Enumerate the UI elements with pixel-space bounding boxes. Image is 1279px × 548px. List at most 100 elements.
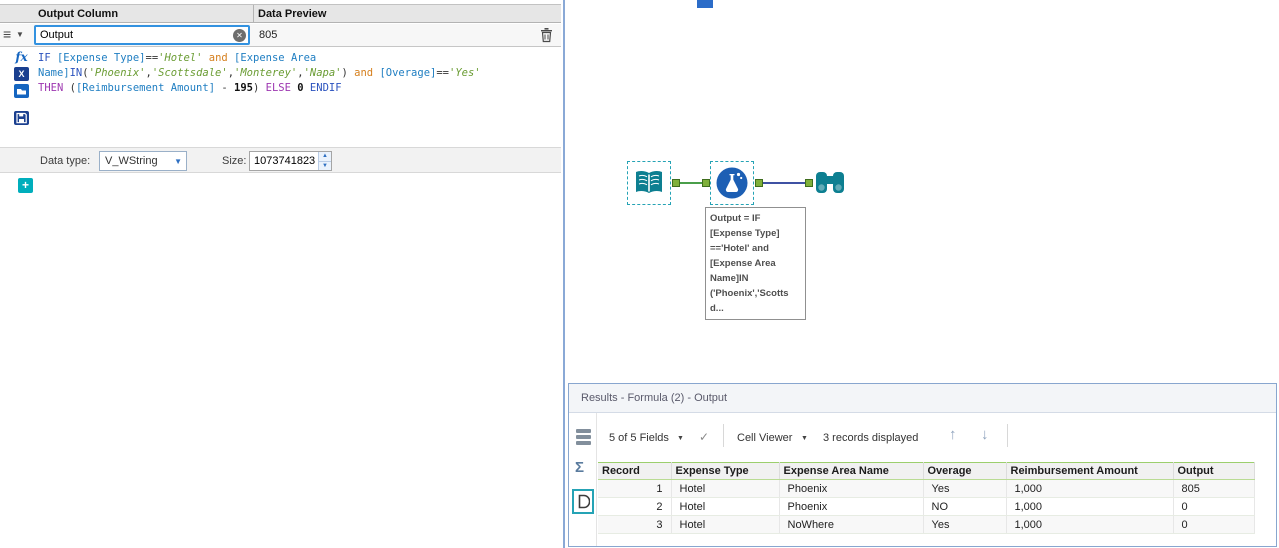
table-cell[interactable]: 805 — [1173, 479, 1255, 498]
table-row[interactable]: 3 Hotel NoWhere Yes 1,000 0 — [598, 515, 1255, 534]
code-token: Name] — [38, 67, 70, 79]
add-expression-button[interactable]: + — [18, 178, 33, 193]
table-cell[interactable]: 3 — [598, 515, 672, 534]
tool-annotation[interactable]: Output = IF [Expense Type] =='Hotel' and… — [705, 207, 806, 320]
code-token: 'Hotel' — [158, 52, 203, 64]
toolbar-separator — [1007, 424, 1008, 447]
table-cell[interactable]: 0 — [1173, 497, 1255, 516]
size-field[interactable]: ▲ ▼ — [249, 151, 332, 171]
browse-input-anchor[interactable] — [805, 179, 813, 187]
column-header-expense-type[interactable]: Expense Type — [671, 462, 780, 480]
table-row[interactable]: 1 Hotel Phoenix Yes 1,000 805 — [598, 479, 1255, 498]
clear-input-icon[interactable]: ✕ — [233, 28, 246, 42]
connection-input-to-formula[interactable] — [680, 182, 702, 184]
formula-output-anchor[interactable] — [755, 179, 763, 187]
results-table: Record Expense Type Expense Area Name Overa… — [598, 462, 1255, 534]
table-cell[interactable]: 0 — [1173, 515, 1255, 534]
header-divider — [253, 5, 254, 22]
code-token: and — [208, 52, 228, 64]
table-cell[interactable]: 2 — [598, 497, 672, 516]
table-cell[interactable]: 1,000 — [1006, 497, 1174, 516]
fields-caret-icon[interactable]: ▼ — [677, 435, 684, 442]
column-header-output[interactable]: Output — [1173, 462, 1255, 480]
data-preview-value: 805 — [259, 29, 278, 41]
fx-icon: fx — [15, 50, 28, 64]
formula-code[interactable]: IF [Expense Type]=='Hotel' and [Expense … — [38, 52, 557, 97]
size-spinner: ▲ ▼ — [318, 152, 331, 170]
cell-viewer-dropdown[interactable]: Cell Viewer — [737, 432, 792, 444]
table-cell[interactable]: Phoenix — [779, 497, 924, 516]
input-data-tool[interactable] — [627, 161, 671, 205]
column-header-record[interactable]: Record — [598, 462, 672, 480]
output-column-input[interactable] — [36, 29, 233, 41]
save-disk-icon — [14, 111, 29, 125]
browse-binoculars-icon — [816, 172, 844, 193]
profile-button[interactable]: Σ — [575, 459, 584, 476]
delete-expression-button[interactable] — [540, 27, 555, 43]
code-line[interactable]: Name]IN('Phoenix','Scottsdale','Monterey… — [38, 67, 557, 82]
input-output-anchor[interactable] — [672, 179, 680, 187]
table-header-row: Record Expense Type Expense Area Name Overa… — [598, 462, 1255, 480]
table-cell[interactable]: Hotel — [671, 479, 780, 498]
toolbar-separator — [723, 424, 724, 447]
cell-viewer-caret-icon[interactable]: ▼ — [801, 435, 808, 442]
table-row[interactable]: 2 Hotel Phoenix NO 1,000 0 — [598, 497, 1255, 516]
spinner-down-icon[interactable]: ▼ — [319, 161, 331, 170]
table-cell[interactable]: 1,000 — [1006, 515, 1174, 534]
data-preview-header: Data Preview — [258, 8, 327, 20]
column-header-overage[interactable]: Overage — [923, 462, 1007, 480]
grid-view-button[interactable] — [576, 429, 591, 449]
table-cell[interactable]: Phoenix — [779, 479, 924, 498]
fields-dropdown[interactable]: 5 of 5 Fields — [609, 432, 669, 444]
formula-tool[interactable] — [710, 161, 754, 205]
size-label: Size: — [222, 155, 247, 167]
functions-button[interactable]: fx — [14, 50, 29, 64]
expression-drag-handle-icon[interactable]: ≡ — [3, 27, 11, 41]
columns-button[interactable]: X — [14, 67, 29, 81]
code-token: 195 — [234, 82, 253, 94]
code-token: [Expense Area — [234, 52, 317, 64]
table-cell[interactable]: NO — [923, 497, 1007, 516]
folder-icon — [14, 84, 29, 98]
data-view-icon — [578, 494, 590, 509]
results-sidebar: Σ — [569, 413, 597, 546]
size-input[interactable] — [250, 152, 318, 170]
table-cell[interactable]: Yes — [923, 479, 1007, 498]
saved-expressions-button[interactable] — [14, 111, 29, 125]
column-header-reimbursement-amount[interactable]: Reimbursement Amount — [1006, 462, 1174, 480]
data-view-button-selected[interactable] — [572, 489, 594, 514]
table-cell[interactable]: 1,000 — [1006, 479, 1174, 498]
formula-input-anchor[interactable] — [702, 179, 710, 187]
output-column-field[interactable]: ✕ — [34, 25, 250, 45]
editor-sidebar: fx X — [14, 50, 31, 128]
code-token: 'Monterey' — [234, 67, 298, 79]
scroll-down-button[interactable]: ↓ — [981, 426, 989, 443]
code-line[interactable]: THEN ([Reimbursement Amount] - 195) ELSE… — [38, 82, 557, 97]
code-token: ELSE — [265, 82, 291, 94]
dropdown-caret-icon: ▼ — [174, 156, 182, 166]
table-cell[interactable]: Yes — [923, 515, 1007, 534]
expression-editor[interactable]: fx X IF [Expense Type]=='Hotel' and [Exp… — [0, 47, 561, 147]
spinner-up-icon[interactable]: ▲ — [319, 152, 331, 162]
expression-collapse-icon[interactable]: ▼ — [16, 30, 24, 39]
table-cell[interactable]: 1 — [598, 479, 672, 498]
code-token: [Reimbursement Amount] — [75, 82, 216, 94]
apply-check-icon[interactable]: ✓ — [699, 430, 709, 444]
data-type-row: Data type: V_WString ▼ Size: ▲ ▼ — [0, 147, 561, 173]
browse-tool[interactable] — [813, 166, 847, 203]
scroll-up-button[interactable]: ↑ — [949, 426, 957, 443]
code-token: [Expense Type] — [56, 52, 146, 64]
connection-formula-to-browse[interactable] — [763, 182, 805, 184]
results-title: Results - Formula (2) - Output — [569, 384, 1276, 413]
column-header-expense-area-name[interactable]: Expense Area Name — [779, 462, 924, 480]
code-line[interactable]: IF [Expense Type]=='Hotel' and [Expense … — [38, 52, 557, 67]
constants-button[interactable] — [14, 84, 29, 98]
data-type-dropdown[interactable]: V_WString ▼ — [99, 151, 187, 171]
table-cell[interactable]: Hotel — [671, 515, 780, 534]
panel-splitter[interactable] — [563, 0, 565, 548]
grid-rows-icon — [576, 429, 591, 445]
table-cell[interactable]: Hotel — [671, 497, 780, 516]
code-token: == — [436, 67, 450, 79]
table-cell[interactable]: NoWhere — [779, 515, 924, 534]
